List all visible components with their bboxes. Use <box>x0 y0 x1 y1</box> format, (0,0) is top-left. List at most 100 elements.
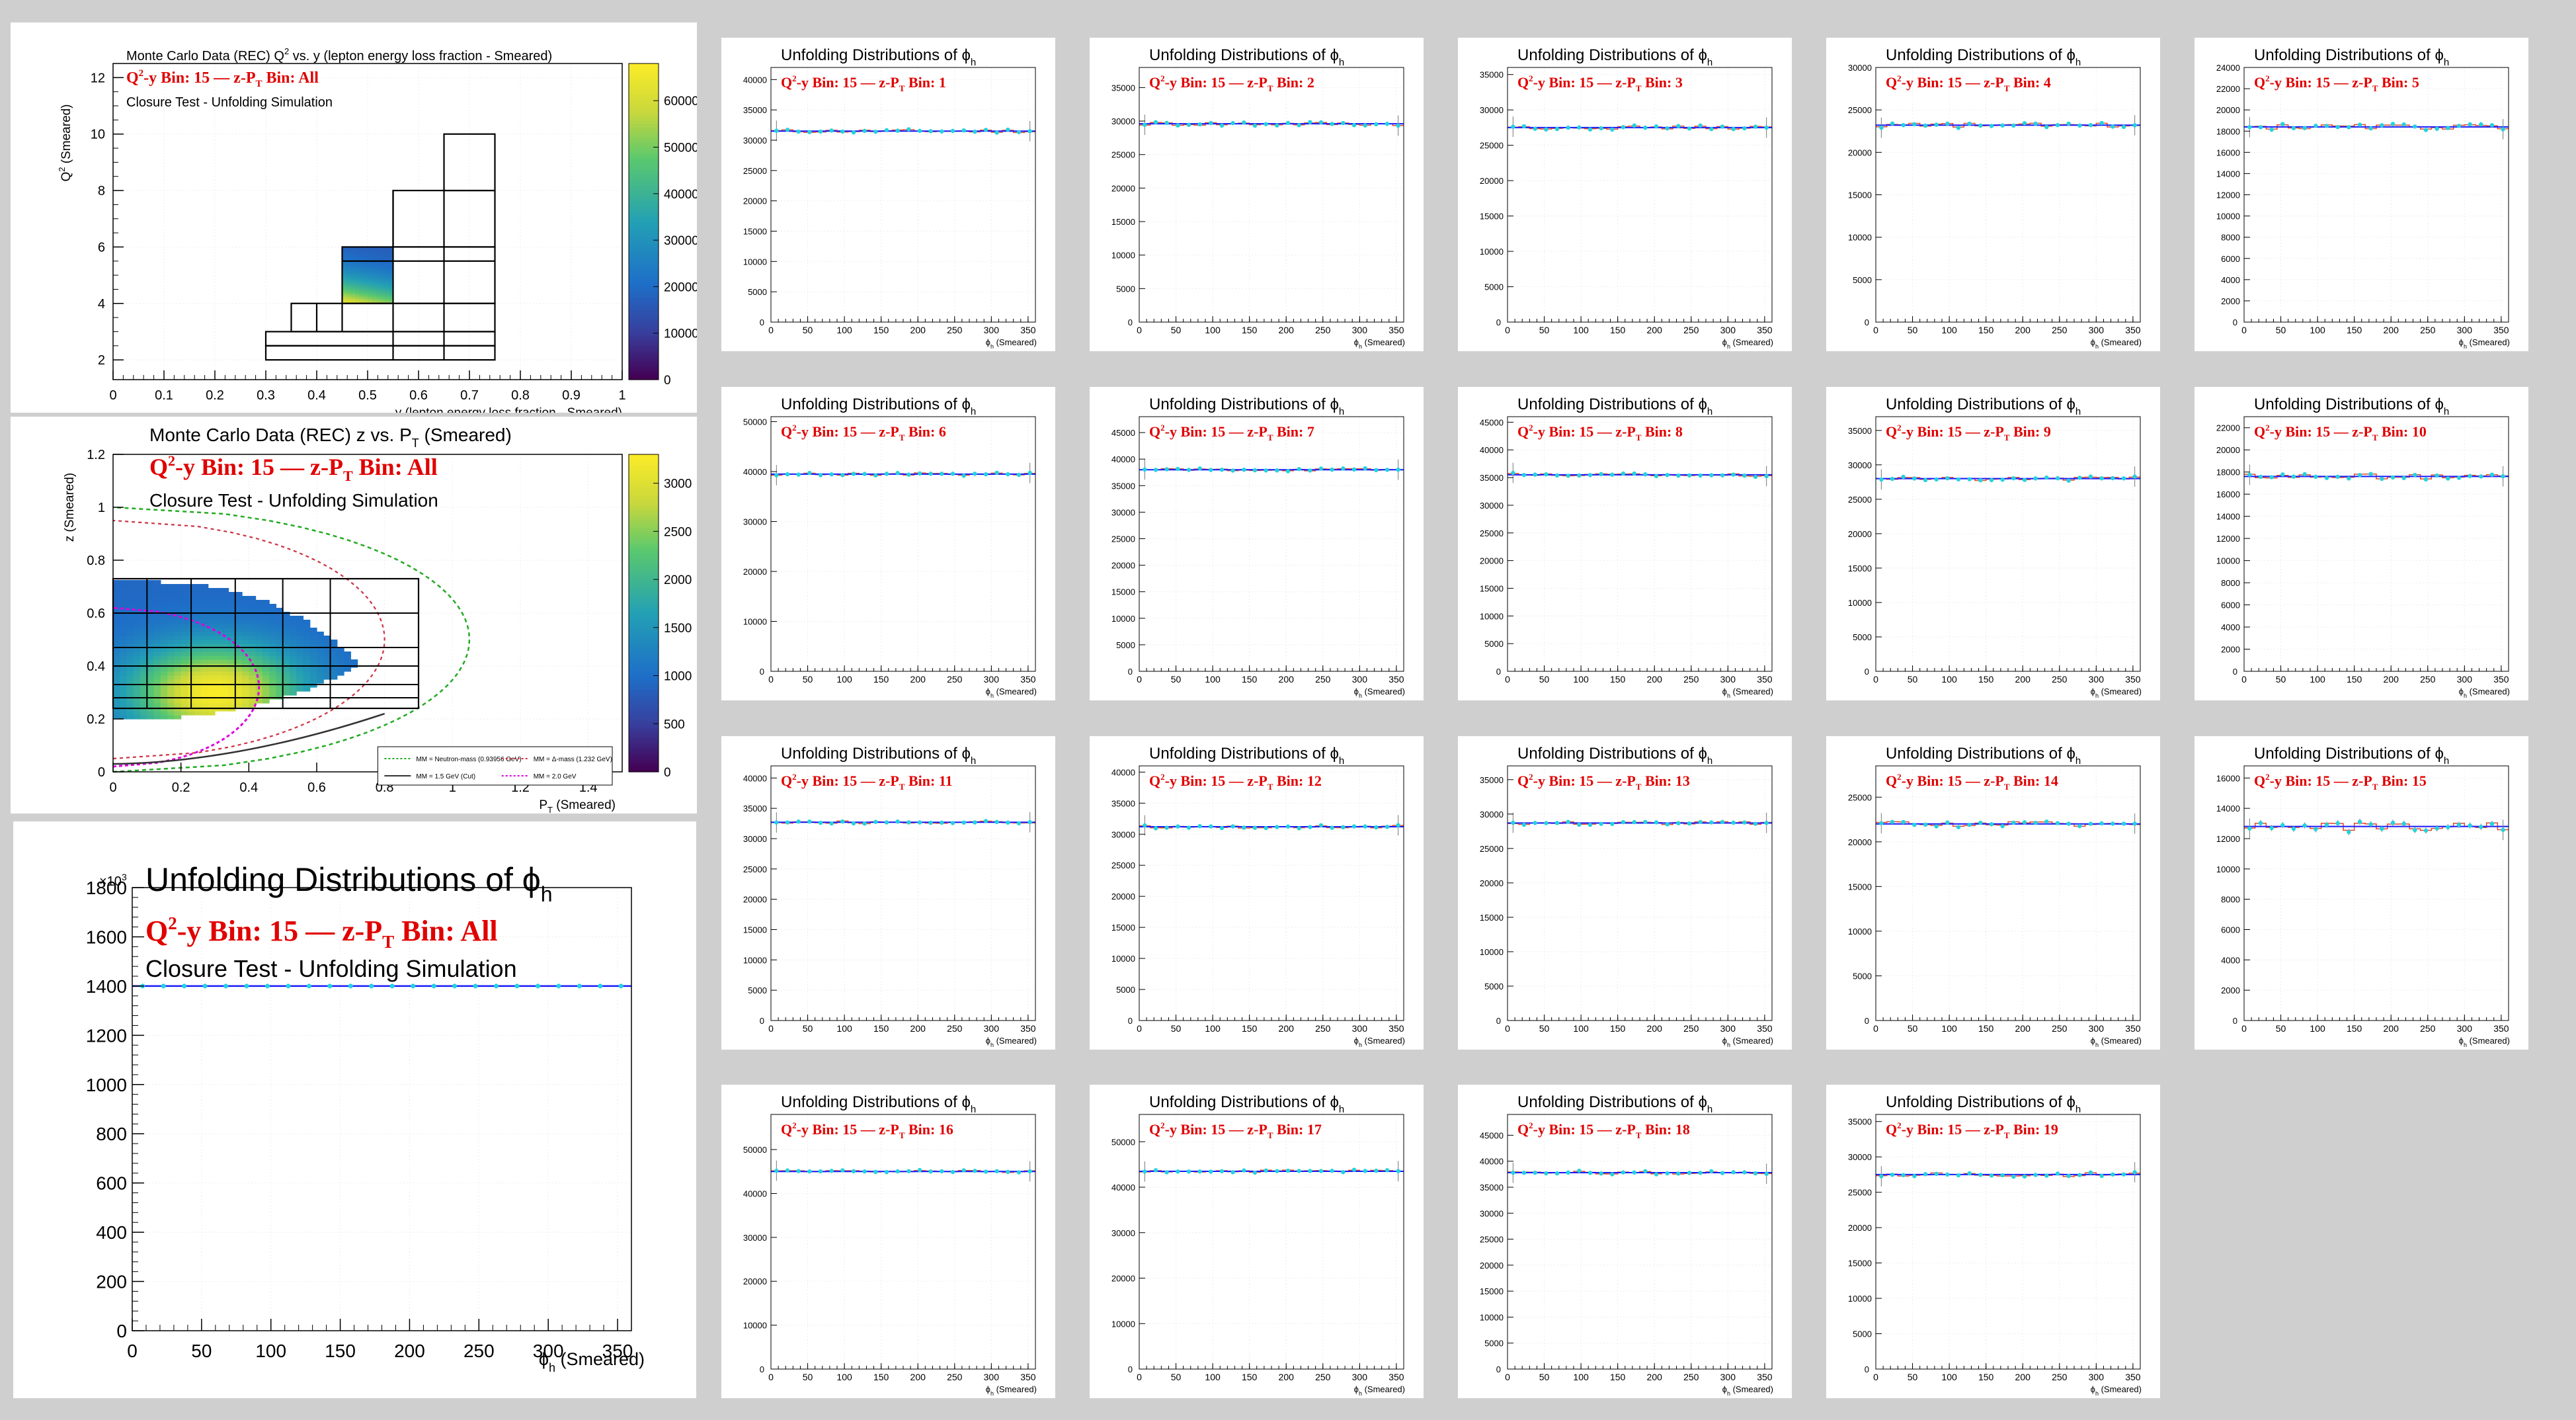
x-tick-label: 0.5 <box>358 388 377 403</box>
colorbar-cell <box>629 486 659 490</box>
y-tick-label: 15000 <box>1111 587 1135 597</box>
heatmap-cell <box>215 655 222 660</box>
data-point <box>598 983 603 989</box>
heatmap-cell <box>368 282 372 285</box>
heatmap-cell <box>249 651 257 656</box>
x-tick-label: 300 <box>1352 674 1368 685</box>
data-point <box>1275 825 1279 829</box>
colorbar-cell <box>629 575 659 579</box>
data-point <box>1698 819 1703 824</box>
x-tick-label: 0 <box>768 325 774 335</box>
heatmap-cell <box>160 604 168 608</box>
unfolding-panel-bin-8: 0 50 100 150 200 250 300 350 0 5000 10000 15000 2000… <box>1458 387 1792 700</box>
heatmap-cell <box>368 284 372 288</box>
heatmap-cell <box>380 263 385 267</box>
colorbar-cell <box>629 263 659 267</box>
data-point <box>1566 474 1570 478</box>
heatmap-cell <box>380 298 385 302</box>
data-point <box>2055 476 2060 481</box>
heatmap-cell <box>354 263 360 267</box>
data-point <box>1153 120 1158 125</box>
data-point <box>1588 1171 1593 1175</box>
heatmap-cell <box>147 620 155 624</box>
data-point <box>1687 473 1692 478</box>
data-point <box>494 983 499 989</box>
x-axis-label: ϕh (Smeared) <box>2091 337 2142 350</box>
data-point <box>1164 1170 1169 1175</box>
heatmap-cell <box>120 671 128 676</box>
x-tick-label: 0 <box>2241 1023 2247 1034</box>
heatmap-cell <box>380 268 385 271</box>
heatmap-cell <box>221 596 229 601</box>
heatmap-cell <box>133 683 141 688</box>
heatmap-cell <box>194 636 202 640</box>
heatmap-cell <box>181 671 188 676</box>
data-point <box>895 1169 900 1174</box>
x-tick-label: 250 <box>1683 674 1699 685</box>
heatmap-cell <box>372 265 377 269</box>
heatmap-cell <box>276 636 284 640</box>
heatmap-cell <box>153 671 161 676</box>
heatmap-cell <box>208 616 216 620</box>
data-point <box>556 983 561 989</box>
heatmap-cell <box>181 612 188 616</box>
x-tick-label: 50 <box>2276 1023 2286 1034</box>
y-tick-label: 30000 <box>1480 501 1504 511</box>
colorbar-cell <box>629 600 659 605</box>
heatmap-cell <box>368 268 372 271</box>
rest: -y Bin: 15 — z-P <box>2270 74 2372 91</box>
heatmap-cell <box>181 608 188 612</box>
end: (Smeared) <box>994 1384 1037 1394</box>
data-point <box>1978 1173 1983 1177</box>
heatmap-cell <box>296 620 304 624</box>
colorbar-cell <box>629 117 659 121</box>
data-point <box>1176 466 1180 472</box>
heatmap-cell <box>276 671 284 676</box>
x-tick-label: 250 <box>2420 325 2436 335</box>
heatmap-cell <box>376 282 381 285</box>
heatmap-cell <box>249 600 257 605</box>
x-tick-label: 0 <box>1505 1023 1510 1034</box>
data-point <box>1879 125 1884 130</box>
heatmap-cell <box>194 651 202 656</box>
data-point <box>1027 129 1032 134</box>
colorbar-cell <box>629 95 659 99</box>
heatmap-cell <box>372 272 377 276</box>
heatmap-cell <box>317 667 324 672</box>
y-tick-label: 6000 <box>2221 254 2240 264</box>
y-tick-label: 2000 <box>2221 296 2240 306</box>
heatmap-cell <box>153 596 161 601</box>
heatmap-cell <box>174 624 182 628</box>
q: Q <box>1517 74 1529 91</box>
colorbar-cell <box>629 543 659 547</box>
a: Unfolding Distributions of ϕ <box>1149 745 1339 763</box>
y-tick-label: 5000 <box>1484 1339 1504 1349</box>
heatmap-cell <box>269 655 276 660</box>
heatmap-cell <box>376 296 381 300</box>
rest: -y Bin: 15 — z-P <box>797 74 899 91</box>
heatmap-cell <box>174 604 182 608</box>
bin: Bin: 18 <box>1642 1121 1690 1138</box>
heatmap-cell <box>126 683 134 688</box>
heatmap-cell <box>221 659 229 664</box>
data-point <box>1731 126 1736 132</box>
data-point <box>2044 124 2049 130</box>
data-point <box>1912 822 1917 827</box>
x-tick-label: 250 <box>1315 325 1331 335</box>
heatmap-cell <box>174 715 182 720</box>
data-point <box>2099 1173 2104 1179</box>
colorbar-cell <box>629 476 659 480</box>
data-point <box>994 1169 999 1174</box>
heatmap-cell <box>140 604 147 608</box>
heatmap-cell <box>323 655 331 660</box>
y-tick-label: 25000 <box>1111 534 1135 544</box>
heatmap-cell <box>368 263 372 267</box>
heatmap-cell <box>181 683 188 688</box>
heatmap-cell <box>181 592 188 597</box>
y-tick-label: 25000 <box>1848 1188 1872 1198</box>
heatmap-cell <box>113 624 120 628</box>
heatmap-cell <box>133 711 141 716</box>
colorbar-label: 40000 <box>664 188 697 202</box>
data-point <box>1599 1171 1603 1176</box>
data-point <box>1901 122 1906 128</box>
